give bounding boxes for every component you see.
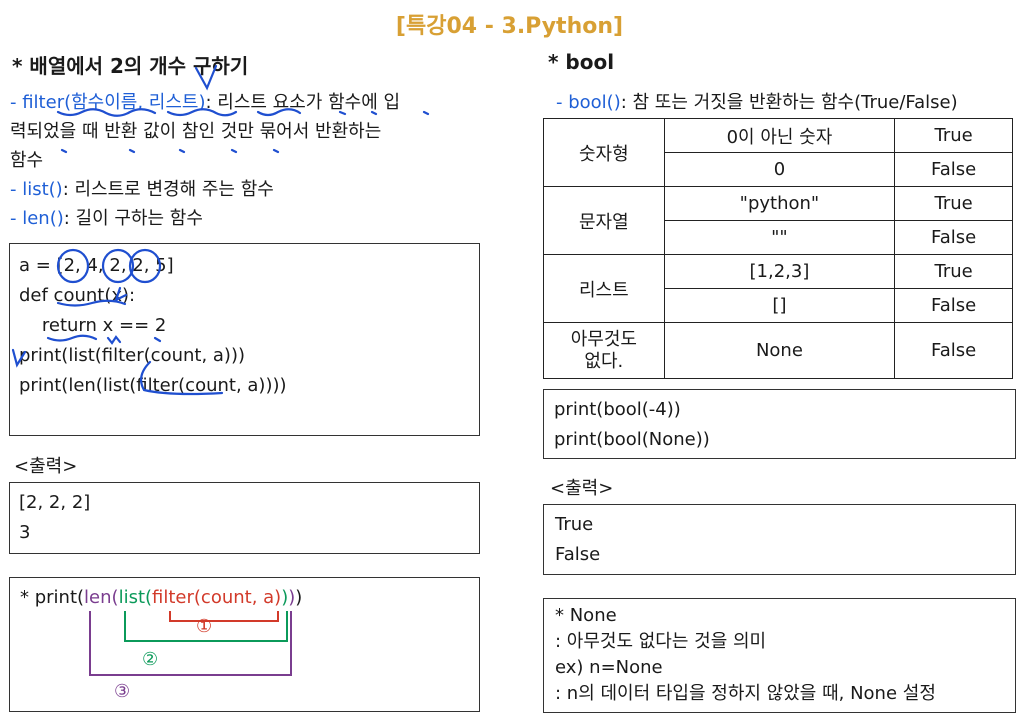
type-cell: 문자열 (543, 186, 665, 255)
def-bool: - bool(): 참 또는 거짓을 반환하는 함수(True/False) (556, 88, 958, 117)
result-cell: True (894, 254, 1013, 289)
note-line: : 아무것도 없다는 것을 의미 (555, 631, 767, 652)
note-line: : n의 데이터 타입을 정하지 않았을 때, None 설정 (555, 683, 936, 704)
result-cell: True (894, 186, 1013, 221)
table-row: 숫자형 0이 아닌 숫자 True (543, 118, 1013, 187)
def-filter: - filter(함수이름, 리스트): 리스트 요소가 함수에 입 (10, 88, 400, 117)
def-term: - filter(함수이름, 리스트) (10, 92, 206, 113)
result-cell: False (894, 322, 1013, 379)
output-box-right: True False (543, 504, 1016, 575)
left-heading: * 배열에서 2의 개수 구하기 (12, 54, 249, 78)
result-cell: True (894, 118, 1013, 153)
output-box-left: [2, 2, 2] 3 (9, 482, 480, 554)
code-line: print(bool(None)) (554, 429, 710, 450)
nested-brackets (89, 611, 292, 676)
output-label-right: <출력> (550, 478, 614, 499)
result-cell: False (894, 152, 1013, 187)
def-term: - list() (10, 179, 63, 200)
def-desc: : 길이 구하는 함수 (63, 208, 203, 229)
def-filter-cont: 함수 (10, 150, 44, 171)
type-cell: 리스트 (543, 254, 665, 323)
type-cell: 숫자형 (543, 118, 665, 187)
result-cell: False (894, 220, 1013, 255)
def-len: - len(): 길이 구하는 함수 (10, 204, 400, 233)
value-cell: [1,2,3] (663, 254, 896, 289)
code-line: print(len(list(filter(count, a)))) (19, 375, 287, 396)
def-term: - len() (10, 208, 64, 229)
value-cell: 0이 아닌 숫자 (663, 118, 896, 153)
code-box-right: print(bool(-4)) print(bool(None)) (543, 389, 1016, 459)
value-cell: "python" (663, 186, 896, 221)
value-cell: "" (663, 220, 896, 255)
table-row: 리스트 [1,2,3] True (543, 254, 1013, 323)
code-box-left: a = [2, 4, 2, 2, 5] def count(x): return… (9, 243, 480, 436)
type-cell: 아무것도 없다. (543, 322, 665, 379)
code-line: a = [2, 4, 2, 2, 5] (19, 255, 174, 276)
bracket-1 (169, 611, 279, 622)
code-line: return x == 2 (19, 315, 167, 336)
output-line: [2, 2, 2] (19, 492, 91, 513)
nested-call-box: * print(len(list(filter(count, a)))) ① ②… (9, 577, 480, 712)
right-heading: * bool (548, 50, 615, 74)
code-line: def count(x): (19, 285, 136, 306)
value-cell: None (663, 322, 896, 379)
table-row: 아무것도 없다. None False (543, 322, 1013, 379)
output-label-left: <출력> (14, 456, 78, 477)
code-line: print(list(filter(count, a))) (19, 345, 245, 366)
result-cell: False (894, 288, 1013, 323)
def-desc: : 리스트 요소가 함수에 입 (205, 92, 401, 113)
def-filter-cont: 력되었을 때 반환 값이 참인 것만 묶어서 반환하는 (10, 121, 382, 142)
code-line: print(bool(-4)) (554, 399, 681, 420)
table-row: 문자열 "python" True (543, 186, 1013, 255)
output-line: True (555, 514, 594, 535)
label-3: ③ (114, 681, 131, 702)
output-line: False (555, 544, 601, 565)
note-line: ex) n=None (555, 657, 663, 678)
label-1: ① (196, 616, 213, 637)
definitions: - filter(함수이름, 리스트): 리스트 요소가 함수에 입 력되었을 … (10, 88, 400, 233)
label-2: ② (142, 649, 159, 670)
value-cell: 0 (663, 152, 896, 187)
page-title: [특강04 - 3.Python] (395, 14, 624, 39)
def-desc: : 참 또는 거짓을 반환하는 함수(True/False) (620, 92, 958, 113)
value-cell: [] (663, 288, 896, 323)
def-desc: : 리스트로 변경해 주는 함수 (62, 179, 274, 200)
none-note-box: * None : 아무것도 없다는 것을 의미 ex) n=None : n의 … (543, 598, 1016, 713)
note-line: * None (555, 605, 617, 626)
def-term: - bool() (556, 92, 621, 113)
output-line: 3 (19, 522, 31, 543)
bool-table: 숫자형 0이 아닌 숫자 True 0 False 문자열 "python" T… (543, 118, 1013, 379)
def-list: - list(): 리스트로 변경해 주는 함수 (10, 175, 400, 204)
